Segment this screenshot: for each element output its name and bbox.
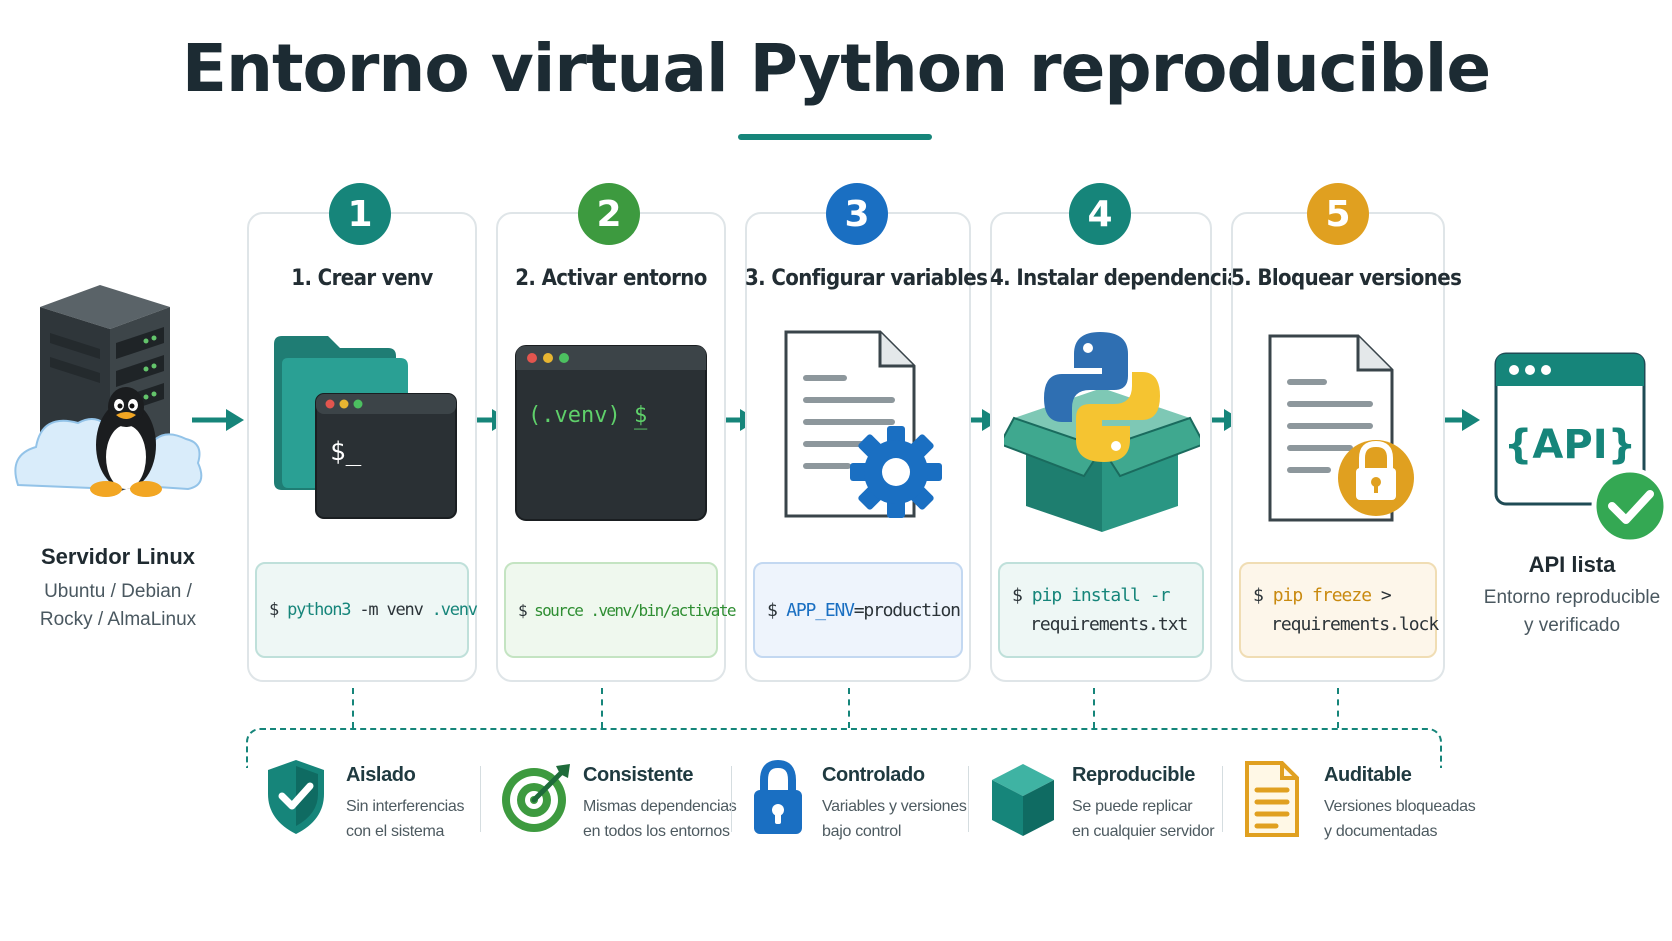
cmd-target: .venv — [431, 599, 478, 620]
document-gear-icon — [784, 330, 942, 518]
connector-1 — [352, 688, 354, 728]
step-badge-4: 4 — [1069, 183, 1131, 245]
step-badge-5: 5 — [1307, 183, 1369, 245]
step-title-4: 4. Instalar dependencias — [990, 266, 1252, 291]
step-title-1: 1. Crear venv — [291, 266, 433, 291]
cmd-args: -m venv — [350, 599, 432, 620]
source-subtitle-line1: Ubuntu / Debian / — [44, 581, 192, 602]
cmd-prompt: $ — [1253, 585, 1273, 606]
checklist-document-icon — [1245, 761, 1299, 837]
benefit-text-line2: en cualquier servidor — [1072, 823, 1215, 840]
cmd-file: requirements.lock — [1271, 614, 1439, 635]
benefit-title-consistente: Consistente — [583, 764, 694, 786]
benefit-text-line1: Variables y versiones — [822, 798, 967, 815]
folder-terminal-icon: $_ — [274, 336, 457, 519]
benefit-title-reproducible: Reproducible — [1072, 764, 1195, 786]
cmd-keyword: python3 — [287, 599, 351, 620]
connector-5 — [1337, 688, 1339, 728]
benefit-text-line1: Se puede replicar — [1072, 798, 1193, 815]
api-label: {API} — [1504, 422, 1636, 468]
cmd-args: > — [1371, 585, 1392, 606]
step-title-2: 2. Activar entorno — [515, 266, 707, 291]
terminal-venv-prompt: (.venv) $ — [528, 403, 647, 428]
cmd-prompt: $ — [518, 600, 535, 620]
benefit-title-controlado: Controlado — [822, 764, 925, 786]
result-subtitle-line1: Entorno reproducible — [1483, 587, 1661, 608]
command-box-3: $ APP_ENV=production — [753, 562, 963, 658]
cmd-keyword: APP_ENV — [786, 599, 855, 621]
command-box-5: $ pip freeze > requirements.lock — [1239, 562, 1439, 658]
cube-icon — [992, 764, 1054, 836]
step-badge-1: 1 — [329, 183, 391, 245]
step-title-5: 5. Bloquear versiones — [1231, 266, 1462, 291]
benefit-text-line1: Mismas dependencias — [583, 798, 737, 815]
step-title-3: 3. Configurar variables — [745, 266, 988, 291]
cmd-prompt: $ — [767, 599, 787, 621]
benefit-title-aislado: Aislado — [346, 764, 416, 786]
benefit-text-line2: con el sistema — [346, 823, 445, 840]
cmd-args: .venv/bin/activate — [582, 600, 736, 620]
cmd-file: requirements.txt — [1030, 614, 1188, 635]
arrow-right-icon — [192, 409, 244, 431]
terminal-window-icon: (.venv) $ _ — [515, 345, 707, 521]
padlock-icon — [754, 760, 802, 834]
command-box-1: $ python3 -m venv .venv — [255, 562, 478, 658]
cmd-prompt: $ — [269, 599, 288, 620]
target-icon — [502, 764, 570, 832]
page-title: Entorno virtual Python reproducible — [181, 30, 1491, 107]
step-badge-2: 2 — [578, 183, 640, 245]
terminal-prompt: $_ — [330, 437, 362, 467]
cmd-keyword: pip freeze — [1272, 585, 1372, 606]
title-underline — [738, 134, 932, 140]
benefit-divider — [968, 766, 969, 832]
cmd-args: =production — [853, 599, 961, 621]
benefit-text-line2: bajo control — [822, 823, 902, 840]
shield-check-icon — [268, 760, 324, 834]
connector-2 — [601, 688, 603, 728]
terminal-cursor: _ — [634, 405, 648, 430]
python-package-icon — [1004, 332, 1200, 532]
source-title: Servidor Linux — [40, 544, 196, 569]
cmd-prompt: $ — [1012, 585, 1032, 606]
benefit-title-auditable: Auditable — [1324, 764, 1412, 786]
benefit-text-line1: Versiones bloqueadas — [1324, 798, 1476, 815]
command-box-4: $ pip install -r requirements.txt — [998, 562, 1204, 658]
benefit-text-line2: y documentadas — [1324, 823, 1438, 840]
step-badge-3: 3 — [826, 183, 888, 245]
benefit-divider — [731, 766, 732, 832]
document-lock-icon — [1268, 334, 1414, 522]
cmd-keyword: pip install -r — [1031, 585, 1171, 606]
benefit-text-line2: en todos los entornos — [583, 823, 730, 840]
result-title: API lista — [1528, 552, 1616, 577]
result-subtitle-line2: y verificado — [1523, 615, 1621, 636]
cmd-keyword: source — [534, 600, 584, 620]
connector-3 — [848, 688, 850, 728]
source-subtitle-line2: Rocky / AlmaLinux — [39, 609, 197, 630]
api-window-icon: {API} — [1494, 352, 1669, 545]
command-box-2: $ source .venv/bin/activate — [504, 562, 737, 658]
benefit-text-line1: Sin interferencias — [346, 798, 465, 815]
linux-server-icon — [14, 285, 203, 497]
connector-4 — [1093, 688, 1095, 728]
benefit-divider — [1222, 766, 1223, 832]
benefit-divider — [480, 766, 481, 832]
